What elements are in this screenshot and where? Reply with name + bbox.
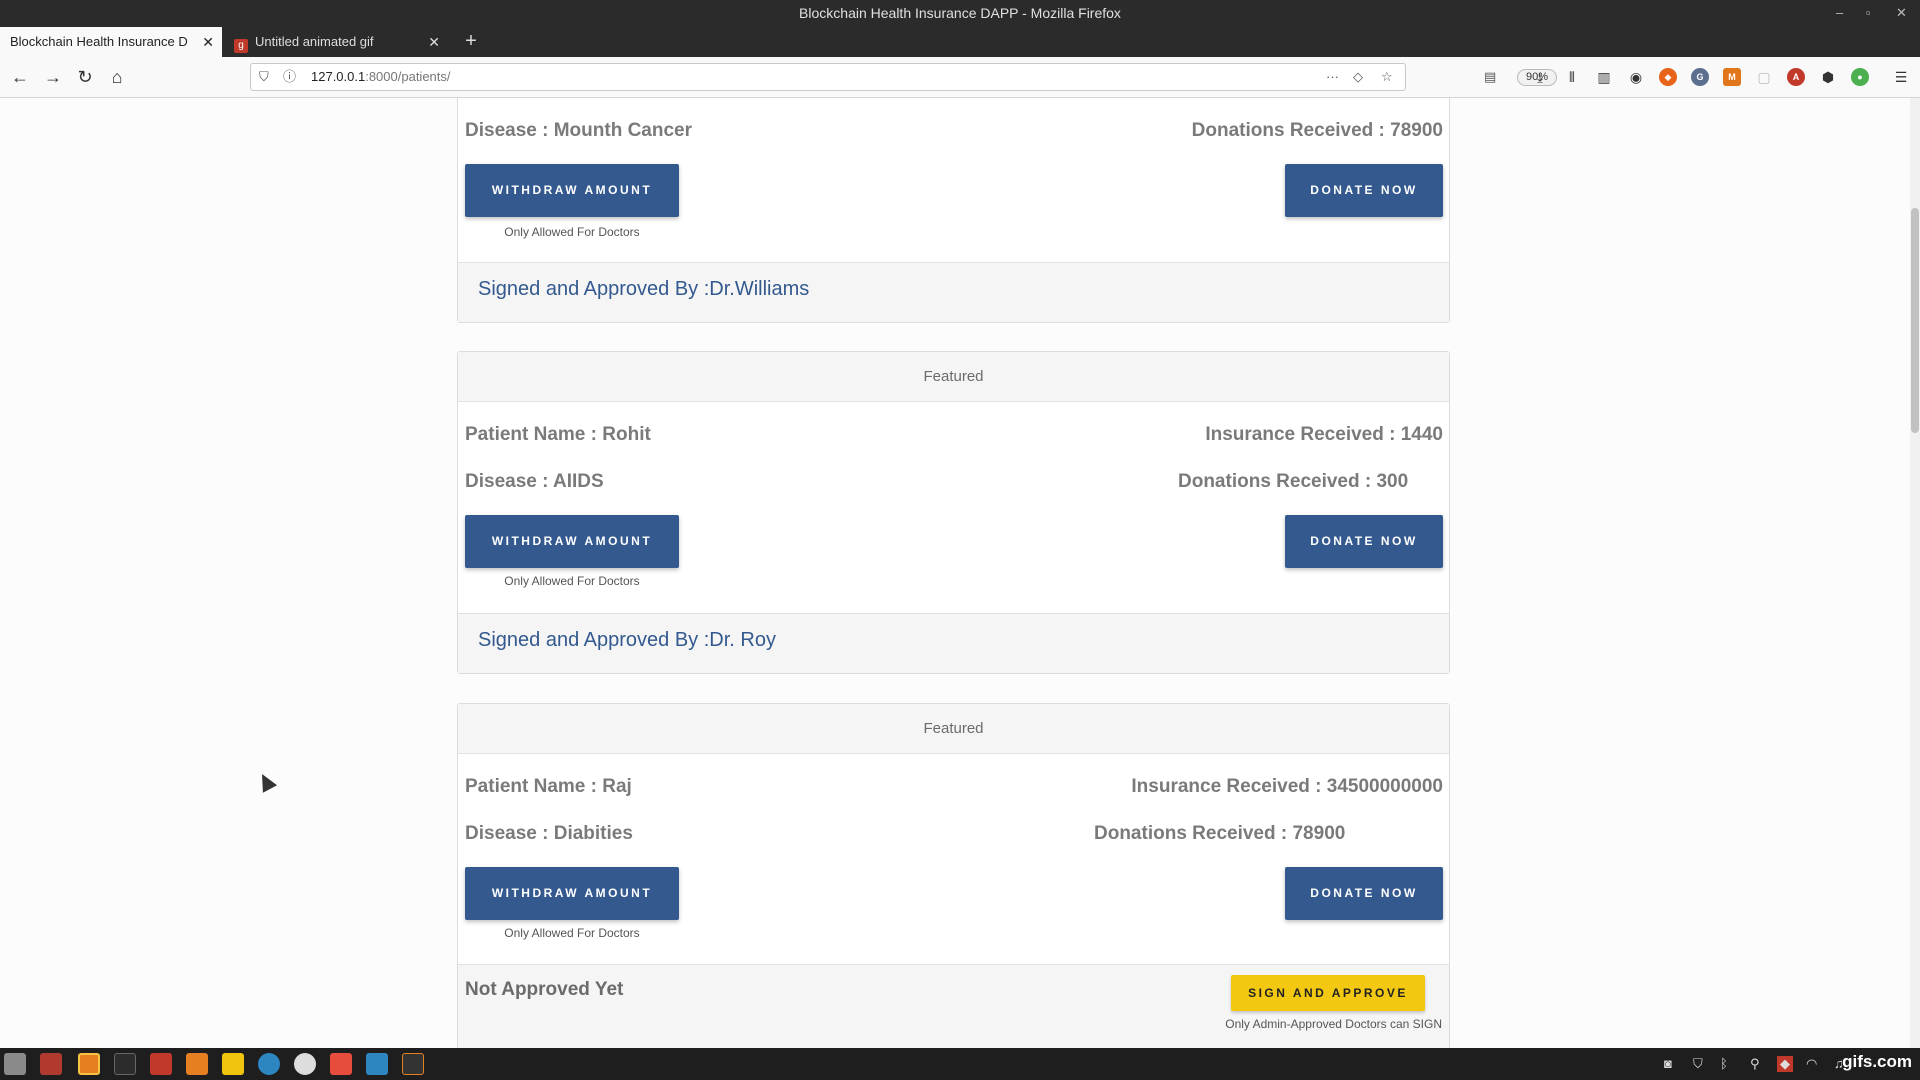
pocket-icon[interactable]: ◇ <box>1353 68 1363 86</box>
page-content: Disease : Mounth Cancer Donations Receiv… <box>0 98 1920 1048</box>
donations-field: Donations Received : 78900 <box>1094 823 1346 844</box>
approval-status: Not Approved Yet <box>465 979 624 1000</box>
withdraw-amount-button[interactable]: WITHDRAW AMOUNT <box>465 515 679 568</box>
tab-blockchain[interactable]: Blockchain Health Insurance D ✕ <box>0 27 222 57</box>
withdraw-note: Only Allowed For Doctors <box>504 225 640 239</box>
insurance-field: Insurance Received : 1440 <box>1205 424 1443 445</box>
page-actions-icon[interactable]: ··· <box>1326 68 1339 86</box>
gifs-watermark: gifs.com <box>1842 1052 1912 1071</box>
disease-field: Disease : Diabities <box>465 823 633 844</box>
patient-card: Featured Patient Name : Raj Insurance Re… <box>457 703 1450 1048</box>
chrome-taskbar-icon[interactable] <box>294 1053 316 1075</box>
tab-bar: Blockchain Health Insurance D ✕ g Untitle… <box>0 27 1920 57</box>
tracking-shield-icon[interactable]: ⛉ <box>259 68 269 86</box>
download-icon[interactable]: ⤓ <box>1531 68 1549 86</box>
sign-note: Only Admin-Approved Doctors can SIGN <box>1225 1017 1442 1031</box>
app-red-icon[interactable] <box>40 1053 62 1075</box>
tab-label: Blockchain Health Insurance D <box>10 34 188 49</box>
window-title: Blockchain Health Insurance DAPP - Mozil… <box>799 5 1121 21</box>
extension-brave-icon[interactable]: ◆ <box>1659 68 1677 86</box>
patient-name-field: Patient Name : Raj <box>465 776 632 797</box>
card-footer: Signed and Approved By :Dr.Williams <box>458 262 1449 322</box>
firefox-taskbar-icon[interactable] <box>78 1053 100 1075</box>
metamask-icon[interactable]: M <box>1723 68 1741 86</box>
sign-and-approve-button[interactable]: SIGN AND APPROVE <box>1231 975 1425 1011</box>
os-taskbar: ◙ ⛉ ᛒ ⚲ ◆ ◠ ♫ gifs.com <box>0 1048 1920 1080</box>
close-window-button[interactable]: ✕ <box>1896 0 1907 27</box>
extension-blank-icon[interactable]: ▢ <box>1755 68 1773 86</box>
media-player-icon[interactable] <box>186 1053 208 1075</box>
withdraw-note: Only Allowed For Doctors <box>504 574 640 588</box>
sublime-icon[interactable] <box>402 1053 424 1075</box>
card-header: Featured <box>458 352 1449 402</box>
close-tab-icon[interactable]: ✕ <box>428 27 440 57</box>
patient-name-field: Patient Name : Rohit <box>465 424 651 445</box>
signed-approved-text: Signed and Approved By :Dr. Roy <box>478 629 776 651</box>
withdraw-amount-button[interactable]: WITHDRAW AMOUNT <box>465 164 679 217</box>
tab-label: Untitled animated gif <box>255 34 374 49</box>
adblock-icon[interactable]: A <box>1787 68 1805 86</box>
card-header: Featured <box>458 704 1449 754</box>
shield-tray-icon[interactable]: ⛉ <box>1693 1056 1703 1072</box>
new-tab-button[interactable]: + <box>456 27 486 57</box>
url-bar[interactable]: ⛉ ⓘ 127.0.0.1:8000/patients/ ▤ 90% ··· ◇… <box>250 63 1557 91</box>
back-icon[interactable]: ← <box>7 64 33 90</box>
camera-tray-icon[interactable]: ◙ <box>1664 1056 1672 1072</box>
insurance-field: Insurance Received : 34500000000 <box>1131 776 1443 797</box>
menu-icon[interactable]: ☰ <box>1892 68 1910 86</box>
reload-icon[interactable]: ↻ <box>72 64 98 90</box>
tab-gif[interactable]: g Untitled animated gif ✕ <box>224 27 448 57</box>
library-icon[interactable]: ⫴ <box>1563 68 1581 86</box>
disease-field: Disease : AIIDS <box>465 471 604 492</box>
folder-icon[interactable] <box>150 1053 172 1075</box>
donations-field: Donations Received : 300 <box>1178 471 1409 492</box>
scrollbar-thumb[interactable] <box>1911 208 1919 433</box>
sidebar-icon[interactable]: ▥ <box>1595 68 1613 86</box>
terminal-icon[interactable] <box>114 1053 136 1075</box>
donate-now-button[interactable]: DONATE NOW <box>1285 515 1443 568</box>
card-footer: Not Approved Yet SIGN AND APPROVE Only A… <box>458 964 1449 1048</box>
navigation-toolbar: ← → ↻ ⌂ ⛉ ⓘ 127.0.0.1:8000/patients/ ▤ 9… <box>0 57 1920 98</box>
disease-field: Disease : Mounth Cancer <box>465 120 692 141</box>
patient-card: Disease : Mounth Cancer Donations Receiv… <box>457 98 1450 323</box>
account-icon[interactable]: ◉ <box>1627 68 1645 86</box>
zoom-app-icon[interactable] <box>366 1053 388 1075</box>
site-info-icon[interactable]: ⓘ <box>283 68 296 86</box>
extension-g-icon[interactable]: G <box>1691 68 1709 86</box>
wifi-tray-icon[interactable]: ◠ <box>1806 1056 1817 1072</box>
donate-now-button[interactable]: DONATE NOW <box>1285 867 1443 920</box>
page-scrollbar[interactable] <box>1910 98 1920 1048</box>
editor-icon[interactable] <box>330 1053 352 1075</box>
telegram-icon[interactable] <box>258 1053 280 1075</box>
url-text[interactable]: 127.0.0.1:8000/patients/ <box>311 64 451 90</box>
close-tab-icon[interactable]: ✕ <box>202 27 214 57</box>
extension-chrome-icon[interactable]: ● <box>1851 68 1869 86</box>
donate-now-button[interactable]: DONATE NOW <box>1285 164 1443 217</box>
files-app-icon[interactable] <box>4 1053 26 1075</box>
mouse-cursor-icon <box>254 770 278 793</box>
window-titlebar: Blockchain Health Insurance DAPP - Mozil… <box>0 0 1920 27</box>
location-tray-icon[interactable]: ⚲ <box>1750 1056 1760 1072</box>
minimize-button[interactable]: – <box>1836 0 1843 27</box>
forward-icon[interactable]: → <box>40 64 66 90</box>
signed-approved-text: Signed and Approved By :Dr.Williams <box>478 278 810 300</box>
maximize-button[interactable]: ▫ <box>1866 0 1871 27</box>
donations-field: Donations Received : 78900 <box>1191 120 1443 141</box>
withdraw-amount-button[interactable]: WITHDRAW AMOUNT <box>465 867 679 920</box>
reader-view-icon[interactable]: ▤ <box>1484 68 1496 86</box>
gif-favicon-icon: g <box>234 39 248 53</box>
bookmark-star-icon[interactable]: ☆ <box>1381 68 1393 86</box>
notes-icon[interactable] <box>222 1053 244 1075</box>
bluetooth-tray-icon[interactable]: ᛒ <box>1720 1056 1728 1072</box>
card-footer: Signed and Approved By :Dr. Roy <box>458 613 1449 673</box>
home-icon[interactable]: ⌂ <box>104 64 130 90</box>
vpn-tray-icon[interactable]: ◆ <box>1777 1056 1793 1072</box>
withdraw-note: Only Allowed For Doctors <box>504 926 640 940</box>
patient-card: Featured Patient Name : Rohit Insurance … <box>457 351 1450 674</box>
extension-cube-icon[interactable]: ⬢ <box>1819 68 1837 86</box>
